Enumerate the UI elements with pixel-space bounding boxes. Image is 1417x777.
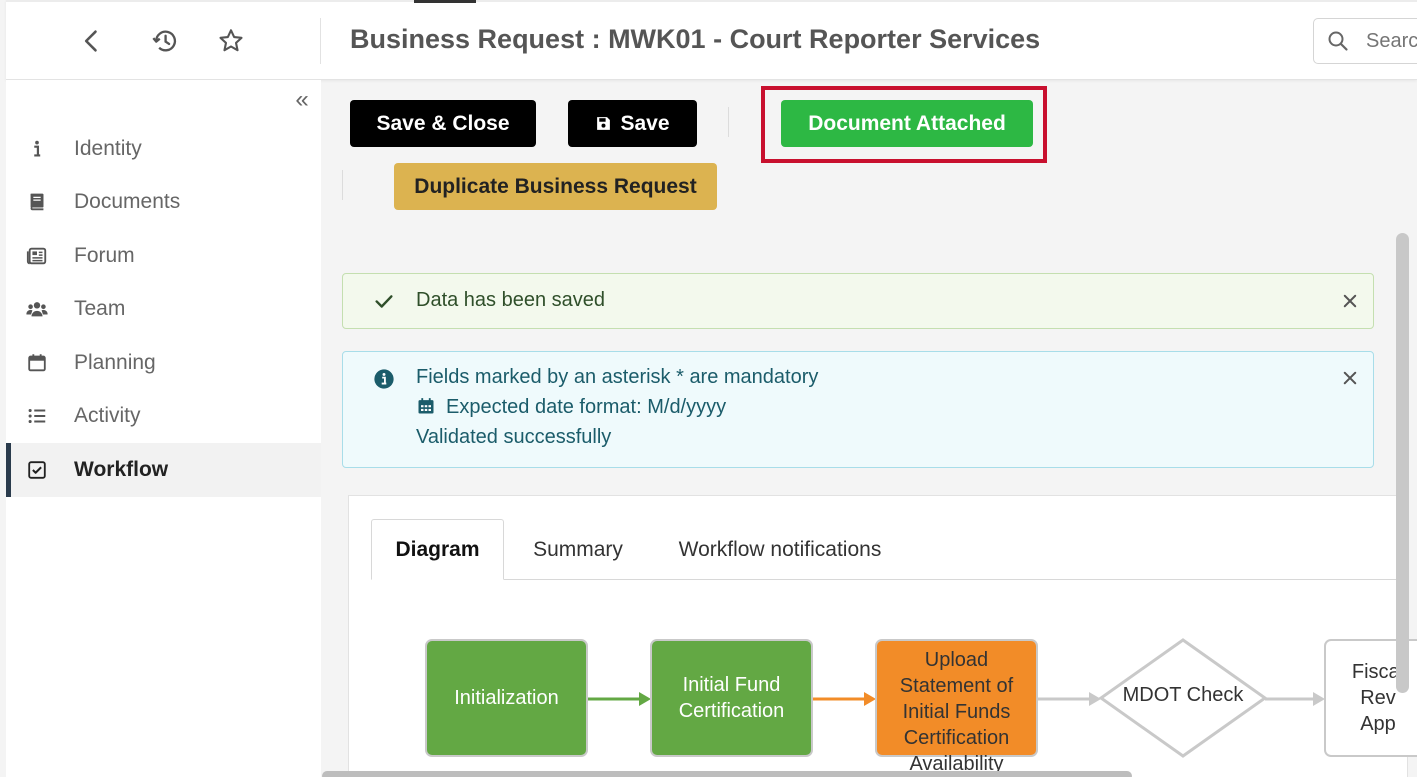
book-icon <box>25 190 49 214</box>
date-format-text: Expected date format: M/d/yyyy <box>446 396 727 418</box>
step-label-line: Upload <box>924 648 989 671</box>
page-title: Business Request : MWK01 - Court Reporte… <box>350 24 1041 54</box>
checkbox-icon <box>25 458 49 482</box>
step-label-line: Statement of <box>899 674 1014 697</box>
step-label-line: Certification <box>903 726 1010 749</box>
users-icon <box>25 297 49 321</box>
tab-diagram[interactable]: Diagram <box>371 519 504 580</box>
history-icon <box>152 30 177 52</box>
floppy-disk-icon <box>597 117 611 130</box>
sidebar-item-label: Forum <box>74 244 135 267</box>
favorite-button[interactable] <box>212 22 250 60</box>
list-icon <box>25 404 49 428</box>
toolbar-divider <box>342 170 343 200</box>
step-label-line: Initial Fund <box>682 674 781 696</box>
workflow-step-initialization[interactable]: Initialization <box>425 639 588 757</box>
calendar-grid-icon <box>418 398 434 414</box>
collapse-sidebar-button[interactable]: « <box>290 88 314 112</box>
tab-summary[interactable]: Summary <box>519 519 637 580</box>
horizontal-scrollbar[interactable] <box>322 771 1132 777</box>
workflow-step-upload-statement[interactable]: Upload Statement of Initial Funds Certifica… <box>875 639 1038 775</box>
close-icon[interactable] <box>1341 292 1359 310</box>
sidebar-item-team[interactable]: Team <box>6 282 321 336</box>
edge-arrow <box>1265 692 1325 706</box>
search-input[interactable] <box>1366 29 1417 53</box>
sidebar-item-identity[interactable]: Identity <box>6 122 321 176</box>
success-alert: Data has been saved <box>342 273 1374 329</box>
info-message-validated: Validated successfully <box>416 426 612 448</box>
info-message-date-format: Expected date format: M/d/yyyy <box>416 396 726 419</box>
highlight-box <box>761 86 1047 163</box>
newspaper-icon <box>25 244 49 268</box>
info-circle-icon <box>374 369 394 389</box>
sidebar-item-label: Team <box>74 297 126 320</box>
sidebar-item-label: Planning <box>74 351 156 374</box>
back-button[interactable] <box>73 22 111 60</box>
save-button[interactable]: Save <box>568 100 697 147</box>
decision-label: MDOT Check <box>1122 684 1244 706</box>
search-icon <box>1328 31 1348 51</box>
sidebar-item-label: Identity <box>74 137 142 160</box>
duplicate-business-request-button[interactable]: Duplicate Business Request <box>394 163 717 210</box>
vertical-scrollbar[interactable] <box>1396 233 1409 693</box>
search-box[interactable] <box>1313 18 1417 64</box>
calendar-icon <box>25 351 49 375</box>
tab-workflow-notifications[interactable]: Workflow notifications <box>659 519 901 580</box>
step-label-line: App <box>1360 713 1396 735</box>
edge-arrow <box>587 692 651 706</box>
info-alert: Fields marked by an asterisk * are manda… <box>342 351 1374 468</box>
step-label: Initialization <box>454 687 559 709</box>
edge-arrow <box>812 692 876 706</box>
info-icon <box>25 137 49 161</box>
chevron-left-icon <box>84 30 97 52</box>
sidebar-item-activity[interactable]: Activity <box>6 389 321 443</box>
workflow-step-initial-fund-certification[interactable]: Initial Fund Certification <box>650 639 813 757</box>
sidebar-item-workflow[interactable]: Workflow <box>6 443 321 497</box>
sidebar-item-label: Workflow <box>74 458 169 481</box>
top-border <box>6 0 1417 2</box>
info-message-mandatory: Fields marked by an asterisk * are manda… <box>416 366 819 388</box>
sidebar-item-documents[interactable]: Documents <box>6 175 321 229</box>
workflow-panel: Diagram Summary Workflow notifications I… <box>348 495 1417 777</box>
sidebar: « Identity Documents Forum Team Planning… <box>6 80 321 777</box>
sidebar-item-forum[interactable]: Forum <box>6 229 321 283</box>
star-icon <box>219 29 243 52</box>
workflow-decision-mdot-check[interactable]: MDOT Check <box>1097 637 1269 759</box>
sidebar-item-label: Documents <box>74 190 181 213</box>
close-icon[interactable] <box>1341 369 1359 387</box>
check-icon <box>375 295 393 308</box>
header-divider <box>320 18 321 64</box>
top-accent <box>414 0 476 3</box>
edge-arrow <box>1037 692 1101 706</box>
history-button[interactable] <box>146 22 184 60</box>
save-and-close-button[interactable]: Save & Close <box>350 100 536 147</box>
success-message: Data has been saved <box>416 289 606 311</box>
sidebar-item-planning[interactable]: Planning <box>6 336 321 390</box>
save-button-label: Save <box>620 111 670 135</box>
step-label-line: Initial Funds <box>902 700 1011 723</box>
toolbar-divider <box>728 107 729 137</box>
step-label-line: Certification <box>678 700 785 722</box>
sidebar-item-label: Activity <box>74 404 141 427</box>
